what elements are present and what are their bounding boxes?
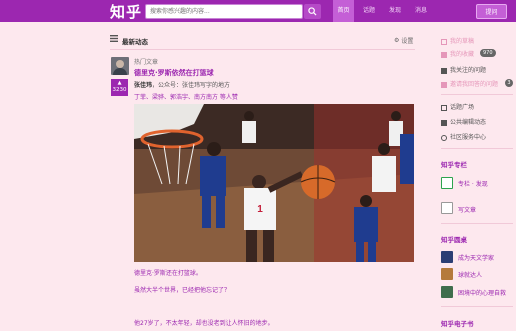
column-discover-link[interactable]: 专栏 · 发现 xyxy=(458,179,488,188)
roundtable-link[interactable]: 球就达人 xyxy=(458,270,482,279)
write-article-link[interactable]: 写文章 xyxy=(458,205,476,214)
sidebar-link-label: 我关注的问题 xyxy=(450,67,487,74)
column-discover-icon xyxy=(441,177,453,189)
draft-icon xyxy=(441,38,447,45)
post-photo[interactable]: 1 xyxy=(134,104,414,262)
grid-icon xyxy=(441,104,447,111)
ask-button[interactable]: 提问 xyxy=(476,4,507,19)
sidebar-link-topic-square[interactable]: 话题广场 xyxy=(441,102,474,111)
divider xyxy=(441,94,513,95)
divider xyxy=(441,148,513,149)
author-line: 张佳玮，公众号：张佳玮写字的地方 xyxy=(134,80,230,89)
sidebar-link-drafts[interactable]: 我的草稿 xyxy=(441,36,474,45)
zhihu-logo[interactable]: 知乎 xyxy=(110,1,142,22)
roundtable-thumbnail[interactable] xyxy=(441,268,453,280)
roundtable-link[interactable]: 困境中的心理自救 xyxy=(458,288,506,297)
sidebar-link-label: 话题广场 xyxy=(450,104,475,111)
sidebar-link-label: 公共编辑动态 xyxy=(450,119,487,126)
nav-messages[interactable]: 消息 xyxy=(410,0,432,22)
feed-settings-label: 设置 xyxy=(401,38,414,45)
sidebar-link-invitations[interactable]: 邀请我回答的问题 xyxy=(441,79,498,88)
sidebar-link-label: 社区服务中心 xyxy=(450,134,487,141)
bookmark-icon xyxy=(441,51,447,58)
post-excerpt-line[interactable]: 德里克·罗斯还在打篮球。 xyxy=(134,268,202,277)
post-excerpt-line[interactable]: 虽然大半个世界，已经把他忘记了？ xyxy=(134,285,230,294)
roundtable-thumbnail[interactable] xyxy=(441,286,453,298)
nav-home[interactable]: 首页 xyxy=(333,0,354,22)
search-box[interactable] xyxy=(145,4,303,19)
divider xyxy=(110,49,415,50)
post-excerpt-line[interactable]: 他27岁了，不太年轻，却也没老到让人怀旧的地步。 xyxy=(134,318,274,327)
invite-icon xyxy=(441,81,447,88)
basketball-photo: 1 xyxy=(134,104,414,262)
divider xyxy=(441,223,513,224)
gear-icon xyxy=(441,134,447,141)
author-description: ，公众号：张佳玮写字的地方 xyxy=(152,82,231,89)
sidebar-link-bookmarks[interactable]: 我的收藏 xyxy=(441,49,474,58)
roundtable-thumbnail[interactable] xyxy=(441,251,453,263)
upvote-button[interactable]: ▲ 3230 xyxy=(111,79,128,96)
topic-avatar[interactable] xyxy=(111,57,129,75)
vote-count: 3230 xyxy=(112,87,127,93)
sidebar-link-service-center[interactable]: 社区服务中心 xyxy=(441,132,486,141)
upvote-arrow-icon: ▲ xyxy=(117,80,122,86)
invitation-count-badge: 3 xyxy=(505,79,513,87)
sidebar-link-followed-questions[interactable]: 我关注的问题 xyxy=(441,65,486,74)
edit-icon xyxy=(441,119,447,126)
sidebar-link-public-edits[interactable]: 公共编辑动态 xyxy=(441,117,486,126)
sidebar-link-label: 我的草稿 xyxy=(450,38,475,45)
roundtable-link[interactable]: 成为天文学家 xyxy=(458,253,494,262)
feed-settings-link[interactable]: ⚙ 设置 xyxy=(394,36,413,45)
search-button[interactable] xyxy=(304,4,321,19)
post-title[interactable]: 德里克·罗斯依然在打篮球 xyxy=(134,68,214,78)
bookmark-count-badge: 970 xyxy=(480,49,496,57)
feed-title: 最新动态 xyxy=(122,38,148,46)
sidebar-link-label: 邀请我回答的问题 xyxy=(450,81,499,88)
star-icon xyxy=(441,67,447,74)
svg-text:1: 1 xyxy=(257,204,263,215)
feed-icon xyxy=(110,35,118,42)
divider xyxy=(441,306,513,307)
ebook-section-title: 知乎电子书 xyxy=(441,320,474,328)
nav-discover[interactable]: 发现 xyxy=(384,0,406,22)
write-article-icon xyxy=(441,202,453,214)
search-icon xyxy=(308,7,317,16)
column-section-title: 知乎专栏 xyxy=(441,161,467,169)
endorsed-by[interactable]: 丁菲、梁骅、郭浩宇、南方南方 等人赞 xyxy=(134,92,238,101)
nav-topics[interactable]: 话题 xyxy=(358,0,380,22)
author-name[interactable]: 张佳玮 xyxy=(134,82,152,89)
search-input[interactable] xyxy=(146,5,296,18)
post-topic-tag[interactable]: 热门文章 xyxy=(134,57,158,66)
sidebar-link-label: 我的收藏 xyxy=(450,51,475,58)
gear-icon: ⚙ xyxy=(394,37,400,44)
roundtable-section-title: 知乎圆桌 xyxy=(441,236,467,244)
